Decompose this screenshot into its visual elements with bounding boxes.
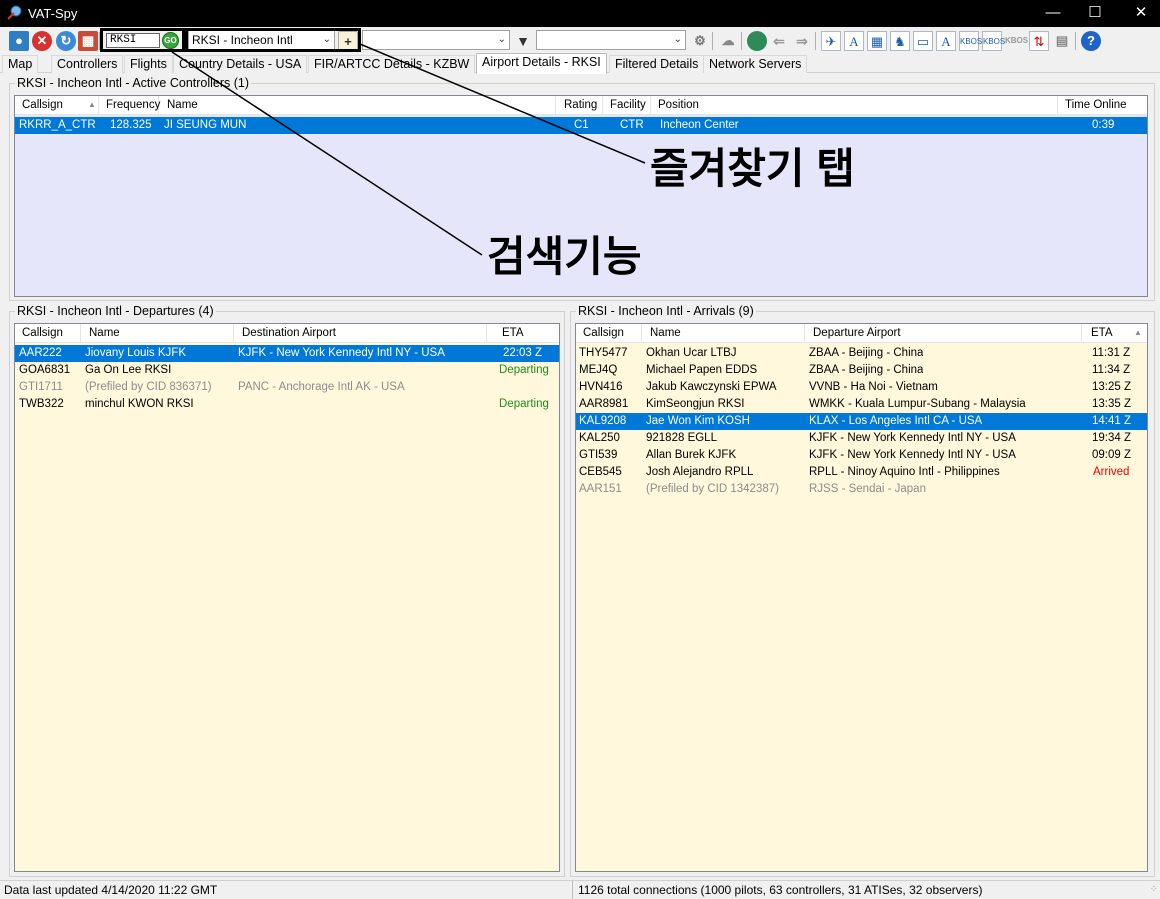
maximize-button[interactable]: ☐ xyxy=(1072,0,1118,27)
header-departure-airport[interactable]: Departure Airport xyxy=(806,324,1082,343)
search-highlight-box xyxy=(100,28,185,52)
controller-row[interactable]: RKRR_A_CTR 128.325 JI SEUNG MUN C1 CTR I… xyxy=(15,117,1147,134)
add-filter-icon[interactable]: ⚙ xyxy=(690,31,710,51)
controller-facility: CTR xyxy=(620,119,644,131)
disconnect-icon[interactable]: ✕ xyxy=(32,31,52,51)
controller-position: Incheon Center xyxy=(660,119,739,131)
resize-grip-icon[interactable]: ⁘ xyxy=(1150,881,1158,899)
tab-filtered-details[interactable]: Filtered Details xyxy=(609,55,705,73)
header-eta[interactable]: ETA xyxy=(488,324,559,343)
status-last-updated: Data last updated 4/14/2020 11:22 GMT xyxy=(4,883,218,897)
refresh-globe-icon[interactable]: ↻ xyxy=(56,31,76,51)
header-frequency[interactable]: Frequency xyxy=(99,96,160,115)
departure-row[interactable]: AAR222 Jiovany Louis KJFK KJFK - New Yor… xyxy=(15,345,559,362)
weather-icon[interactable]: ☁ xyxy=(718,31,738,51)
header-callsign[interactable]: Callsign ▲ xyxy=(15,96,99,115)
header-callsign[interactable]: Callsign xyxy=(576,324,642,343)
arrival-row[interactable]: THY5477 Okhan Ucar LTBJ ZBAA - Beijing - C… xyxy=(576,345,1147,362)
departures-title: RKSI - Incheon Intl - Departures (4) xyxy=(15,304,216,318)
controller-time-online: 0:39 xyxy=(1092,119,1115,131)
active-controllers-title: RKSI - Incheon Intl - Active Controllers… xyxy=(15,76,252,90)
settings-icon[interactable]: ▦ xyxy=(78,31,98,51)
title-bar: VAT-Spy — ☐ ✕ xyxy=(0,0,1160,27)
tab-controllers[interactable]: Controllers xyxy=(51,55,124,73)
departing-status: Departing xyxy=(499,364,549,376)
favorites-annotation: 즐겨찾기 탭 xyxy=(650,145,855,192)
arrival-row[interactable]: AAR151 (Prefiled by CID 1342387) RJSS - Se… xyxy=(576,481,1147,498)
arrival-row[interactable]: CEB545 Josh Alejandro RPLL RPLL - Ninoy Aq… xyxy=(576,464,1147,481)
controller-name: JI SEUNG MUN xyxy=(164,119,247,131)
show-airport-labels-icon[interactable]: A xyxy=(936,31,956,51)
tab-network-servers[interactable]: Network Servers xyxy=(703,55,808,73)
kbos-dim-icon[interactable]: KBOS xyxy=(1005,31,1028,51)
tab-fir-details[interactable]: FIR/ARTCC Details - KZBW xyxy=(308,55,476,73)
chevron-down-icon: ⌄ xyxy=(497,34,506,45)
search-annotation: 검색기능 xyxy=(487,233,642,280)
filter-dropdown-2[interactable]: ⌄ xyxy=(536,30,686,50)
filter-icon[interactable]: ▼ xyxy=(513,31,533,51)
show-labels-icon[interactable]: A xyxy=(844,31,864,51)
status-connections: 1126 total connections (1000 pilots, 63 … xyxy=(578,883,983,897)
back-arrow-icon[interactable]: ⇐ xyxy=(769,31,789,51)
header-callsign[interactable]: Callsign xyxy=(15,324,81,343)
forward-arrow-icon[interactable]: ⇒ xyxy=(792,31,812,51)
header-destination-airport[interactable]: Destination Airport xyxy=(235,324,487,343)
export-icon[interactable]: ▤ xyxy=(1052,31,1072,51)
controller-rating: C1 xyxy=(574,119,589,131)
sort-icon[interactable]: ⇅ xyxy=(1029,31,1049,51)
header-eta[interactable]: ETA ▲ xyxy=(1083,324,1147,343)
connect-icon[interactable]: ● xyxy=(9,31,29,51)
departure-row[interactable]: GTI1711 (Prefiled by CID 836371) PANC - … xyxy=(15,379,559,396)
arrival-row[interactable]: GTI539 Allan Burek KJFK KJFK - New York Ke… xyxy=(576,447,1147,464)
controllers-header: Callsign ▲ Frequency Name Rating Facility… xyxy=(15,96,1147,115)
controller-frequency: 128.325 xyxy=(110,119,152,131)
app-icon xyxy=(7,5,22,20)
controller-callsign: RKRR_A_CTR xyxy=(19,119,96,131)
arrival-row[interactable]: MEJ4Q Michael Papen EDDS ZBAA - Beijing - … xyxy=(576,362,1147,379)
arrival-row[interactable]: AAR8981 KimSeongjun RKSI WMKK - Kuala Lump… xyxy=(576,396,1147,413)
arrived-status: Arrived xyxy=(1093,466,1130,478)
header-time-online[interactable]: Time Online xyxy=(1058,96,1147,115)
chevron-down-icon: ⌄ xyxy=(673,34,682,45)
window-title: VAT-Spy xyxy=(28,6,78,21)
header-position[interactable]: Position xyxy=(651,96,1058,115)
arrival-row[interactable]: KAL9208 Jae Won Kim KOSH KLAX - Los Angele… xyxy=(576,413,1147,430)
show-kbos-aircraft-icon[interactable]: KBOS xyxy=(982,31,1005,51)
tab-flights[interactable]: Flights xyxy=(124,55,173,73)
tab-country-details[interactable]: Country Details - USA xyxy=(173,55,308,73)
departure-row[interactable]: GOA6831 Ga On Lee RKSI Departing xyxy=(15,362,559,379)
header-name[interactable]: Name xyxy=(160,96,556,115)
arrivals-list[interactable]: Callsign Name Departure Airport ETA ▲ THY… xyxy=(575,323,1148,872)
arrival-row[interactable]: HVN416 Jakub Kawczynski EPWA VVNB - Ha Noi… xyxy=(576,379,1147,396)
tab-airport-details[interactable]: Airport Details - RKSI xyxy=(476,53,607,74)
show-boundaries-icon[interactable]: ▭ xyxy=(913,31,933,51)
header-rating[interactable]: Rating xyxy=(557,96,603,115)
show-kbos-icon[interactable]: KBOS xyxy=(959,31,982,51)
departures-list[interactable]: Callsign Name Destination Airport ETA AA… xyxy=(14,323,560,872)
arrivals-title: RKSI - Incheon Intl - Arrivals (9) xyxy=(576,304,756,318)
status-bar: Data last updated 4/14/2020 11:22 GMT 11… xyxy=(0,880,1160,899)
minimize-button[interactable]: — xyxy=(1030,0,1076,27)
header-facility[interactable]: Facility xyxy=(603,96,651,115)
header-name[interactable]: Name xyxy=(643,324,805,343)
arrival-row[interactable]: KAL250 921828 EGLL KJFK - New York Kennedy… xyxy=(576,430,1147,447)
close-window-button[interactable]: ✕ xyxy=(1118,0,1160,27)
help-icon[interactable]: ? xyxy=(1081,31,1101,51)
favorites-highlight-box xyxy=(185,28,361,52)
departures-header: Callsign Name Destination Airport ETA xyxy=(15,324,559,343)
show-tower-icon[interactable]: ♞ xyxy=(890,31,910,51)
show-fir-icon[interactable]: ▦ xyxy=(867,31,887,51)
filter-dropdown-1[interactable]: ⌄ xyxy=(362,30,510,50)
tab-strip: Map Controllers Flights Country Details … xyxy=(0,53,1160,74)
globe-icon[interactable] xyxy=(747,31,767,51)
arrivals-header: Callsign Name Departure Airport ETA ▲ xyxy=(576,324,1147,343)
departure-row[interactable]: TWB322 minchul KWON RKSI Departing xyxy=(15,396,559,413)
departing-status: Departing xyxy=(499,398,549,410)
tab-map[interactable]: Map xyxy=(2,55,39,73)
header-name[interactable]: Name xyxy=(82,324,234,343)
show-aircraft-icon[interactable]: ✈ xyxy=(821,31,841,51)
